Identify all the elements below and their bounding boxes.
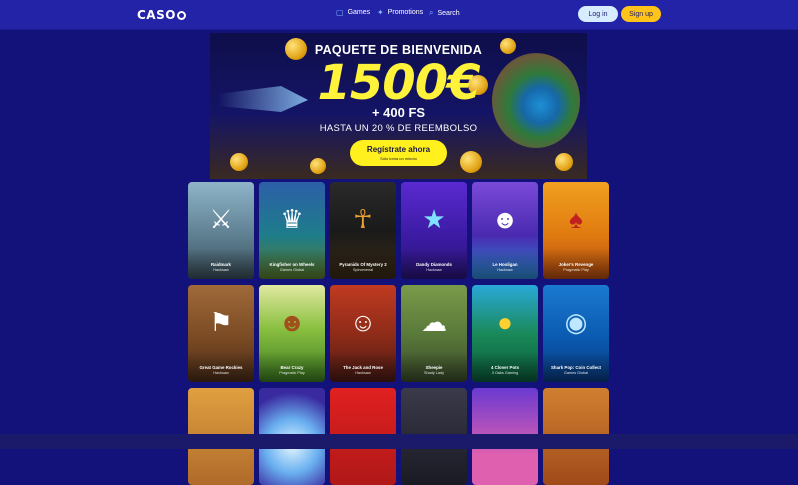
nav-promotions[interactable]: ✦ Promotions — [377, 8, 423, 17]
logo-text: CASO — [137, 8, 176, 22]
game-title: Sheepie — [425, 365, 443, 370]
nav-games[interactable]: ▢ Games — [336, 8, 370, 17]
banner-free-spins: + 400 FS — [371, 105, 426, 120]
game-provider: Shady Lady — [423, 371, 445, 375]
game-card[interactable]: ★ Dandy Diamonds Hacksaw — [401, 182, 467, 279]
signup-button[interactable]: Sign up — [621, 6, 661, 22]
game-card[interactable]: ⚑ Great Game Rockies Hacksaw — [188, 285, 254, 382]
game-provider: Hacksaw — [213, 371, 229, 375]
game-provider: Hacksaw — [355, 371, 371, 375]
game-title: Bear Crazy — [280, 365, 304, 370]
game-provider: Hacksaw — [426, 268, 442, 272]
logo-o-icon — [176, 11, 186, 20]
site-logo[interactable]: CASO — [137, 8, 186, 22]
game-title: Great Game Rockies — [199, 365, 243, 370]
nav-search[interactable]: ⌕ Search — [429, 8, 460, 18]
nav-search-label: Search — [437, 9, 460, 17]
game-provider: Games Global — [563, 371, 589, 375]
banner-refund: HASTA UN 20 % DE REEMBOLSO — [319, 123, 478, 134]
game-title: Kingfisher on Wheels — [269, 262, 315, 267]
game-title: 4 Clover Pots — [490, 365, 520, 370]
man-icon: ☺ — [349, 307, 377, 337]
games-icon: ▢ — [336, 8, 344, 17]
game-provider: Games Global — [279, 268, 305, 272]
game-title: Shark Pop: Coin Collect — [550, 365, 601, 370]
game-title: Le Hooligan — [492, 262, 518, 267]
game-title: Raidmark — [210, 262, 231, 267]
hunter-icon: ⚑ — [209, 307, 233, 337]
game-card[interactable]: ☺ The Jack and Rose Hacksaw — [330, 285, 396, 382]
nav-games-label: Games — [347, 9, 371, 16]
game-title: The Jack and Rose — [343, 365, 383, 370]
joker-icon: ♠ — [569, 204, 583, 234]
game-card[interactable]: ♛ Kingfisher on Wheels Games Global — [259, 182, 325, 279]
game-provider: 3 Oaks Gaming — [491, 371, 519, 375]
coin-icon — [460, 151, 482, 173]
banner-amount: 1500€ — [317, 55, 481, 111]
game-provider: Pragmatic Play — [279, 371, 305, 375]
warrior-icon: ⚔ — [209, 204, 233, 234]
game-card[interactable]: ⚔ Raidmark Hacksaw — [188, 182, 254, 279]
game-title: Joker's Revenge — [558, 262, 594, 267]
game-title: Pyramids Of Mystery 2 — [339, 262, 387, 267]
game-card[interactable]: ☻ Le Hooligan Hacksaw — [472, 182, 538, 279]
kingfisher-icon: ♛ — [280, 204, 304, 234]
login-button[interactable]: Log in — [578, 6, 618, 22]
game-card[interactable]: ● 4 Clover Pots 3 Oaks Gaming — [472, 285, 538, 382]
register-now-button[interactable]: Regístrate ahora Sólo toma un minuto — [350, 140, 447, 166]
scarab-icon: ☥ — [353, 204, 373, 234]
game-provider: Hacksaw — [497, 268, 513, 272]
nav-promotions-label: Promotions — [387, 9, 424, 16]
promotions-icon: ✦ — [377, 8, 384, 17]
game-card[interactable]: ☁ Sheepie Shady Lady — [401, 285, 467, 382]
star-icon: ★ — [422, 204, 446, 234]
coin-icon — [555, 153, 573, 171]
bear-icon: ☻ — [278, 307, 306, 337]
sheep-icon: ☁ — [421, 307, 447, 337]
game-card[interactable]: ◉ Shark Pop: Coin Collect Games Global — [543, 285, 609, 382]
top-navigation-bar: CASO ▢ Games ✦ Promotions ⌕ Search Log i… — [0, 0, 798, 29]
gold-pot-icon: ● — [497, 307, 513, 337]
search-icon: ⌕ — [429, 8, 434, 17]
game-provider: Spinomenal — [352, 268, 374, 272]
raccoon-icon: ☻ — [491, 204, 519, 234]
bottom-bar — [0, 434, 798, 449]
game-provider: Hacksaw — [213, 268, 229, 272]
game-card[interactable]: ☥ Pyramids Of Mystery 2 Spinomenal — [330, 182, 396, 279]
coin-icon — [230, 153, 248, 171]
game-card[interactable]: ☻ Bear Crazy Pragmatic Play — [259, 285, 325, 382]
game-provider: Pragmatic Play — [563, 268, 589, 272]
game-card[interactable]: ♠ Joker's Revenge Pragmatic Play — [543, 182, 609, 279]
coin-icon — [310, 158, 326, 174]
shark-icon: ◉ — [564, 307, 588, 337]
register-now-label: Regístrate ahora — [366, 145, 431, 154]
register-now-sublabel: Sólo toma un minuto — [380, 156, 417, 161]
welcome-banner[interactable]: PAQUETE DE BIENVENIDA 1500€ + 400 FS HAS… — [210, 33, 587, 179]
game-title: Dandy Diamonds — [416, 262, 452, 267]
